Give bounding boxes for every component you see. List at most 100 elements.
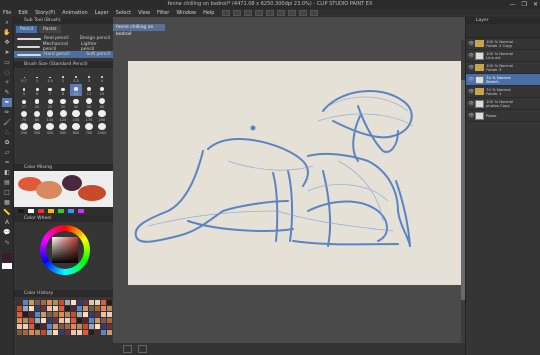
- eyedropper-icon[interactable]: ✎: [2, 88, 12, 97]
- history-swatch[interactable]: [95, 324, 100, 329]
- fit-view-icon[interactable]: [138, 345, 147, 353]
- history-swatch[interactable]: [95, 312, 100, 317]
- swatch[interactable]: [18, 209, 24, 213]
- history-swatch[interactable]: [17, 318, 22, 323]
- history-swatch[interactable]: [29, 324, 34, 329]
- color-mixing-area[interactable]: [14, 171, 113, 207]
- brush-size-option[interactable]: 1: [31, 71, 43, 83]
- invert-selection-icon[interactable]: [310, 10, 318, 16]
- history-swatch[interactable]: [71, 306, 76, 311]
- history-swatch[interactable]: [83, 312, 88, 317]
- history-swatch[interactable]: [35, 300, 40, 305]
- brush-size-option[interactable]: 600: [70, 123, 82, 135]
- minimize-button[interactable]: —: [510, 1, 516, 8]
- menu-layer[interactable]: Layer: [95, 10, 109, 16]
- history-swatch[interactable]: [83, 318, 88, 323]
- history-swatch[interactable]: [41, 318, 46, 323]
- history-swatch[interactable]: [41, 306, 46, 311]
- history-swatch[interactable]: [29, 330, 34, 335]
- history-swatch[interactable]: [47, 306, 52, 311]
- history-swatch[interactable]: [17, 300, 22, 305]
- history-swatch[interactable]: [107, 318, 112, 323]
- history-swatch[interactable]: [107, 324, 112, 329]
- visibility-eye-icon[interactable]: 👁: [468, 41, 474, 46]
- menu-window[interactable]: Window: [176, 10, 196, 16]
- frame-icon[interactable]: ▦: [2, 198, 12, 207]
- move-icon[interactable]: ✥: [2, 38, 12, 47]
- clear-icon[interactable]: [277, 10, 285, 16]
- new-icon[interactable]: [222, 10, 230, 16]
- deselect-icon[interactable]: [299, 10, 307, 16]
- history-swatch[interactable]: [95, 306, 100, 311]
- brush-size-option[interactable]: 200: [96, 110, 108, 122]
- arrow-icon[interactable]: ➤: [2, 48, 12, 57]
- layer-row[interactable]: 👁 100 % Normal Folder 3: [466, 62, 540, 74]
- pen-icon[interactable]: ✒: [2, 98, 12, 107]
- eraser-icon[interactable]: ▱: [2, 148, 12, 157]
- balloon-icon[interactable]: 💬: [2, 228, 12, 237]
- history-swatch[interactable]: [71, 324, 76, 329]
- history-swatch[interactable]: [35, 324, 40, 329]
- history-swatch[interactable]: [89, 330, 94, 335]
- visibility-eye-icon[interactable]: 👁: [468, 53, 474, 58]
- swatch[interactable]: [58, 209, 64, 213]
- history-swatch[interactable]: [107, 306, 112, 311]
- pencil-icon[interactable]: ✏: [2, 108, 12, 117]
- history-swatch[interactable]: [89, 312, 94, 317]
- brush-size-option[interactable]: 300: [31, 123, 43, 135]
- brush-mechanical-pencil[interactable]: Mechanical pencil Lighter pencil: [14, 42, 113, 52]
- swatch[interactable]: [48, 209, 54, 213]
- history-swatch[interactable]: [47, 318, 52, 323]
- document-tab[interactable]: fenne chilling on bedroll: [113, 24, 165, 37]
- layer-row[interactable]: 👁 100 % Normal Line art: [466, 50, 540, 62]
- history-swatch[interactable]: [65, 318, 70, 323]
- history-swatch[interactable]: [53, 300, 58, 305]
- history-swatch[interactable]: [23, 312, 28, 317]
- history-swatch[interactable]: [53, 330, 58, 335]
- close-button[interactable]: ✕: [533, 1, 538, 8]
- history-swatch[interactable]: [95, 300, 100, 305]
- brush-size-option[interactable]: 1.5: [44, 71, 56, 83]
- brush-size-option[interactable]: 1000: [96, 123, 108, 135]
- brush-size-option[interactable]: 150: [70, 110, 82, 122]
- history-swatch[interactable]: [47, 300, 52, 305]
- history-swatch[interactable]: [71, 330, 76, 335]
- swatch[interactable]: [28, 209, 34, 213]
- history-swatch[interactable]: [29, 306, 34, 311]
- brush-size-option[interactable]: 170: [83, 110, 95, 122]
- brush-size-option[interactable]: 6: [31, 84, 43, 96]
- history-swatch[interactable]: [65, 312, 70, 317]
- brush-size-option[interactable]: 250: [18, 123, 30, 135]
- history-swatch[interactable]: [65, 306, 70, 311]
- brush-size-option[interactable]: 30: [57, 97, 69, 109]
- swatch[interactable]: [38, 209, 44, 213]
- menu-animation[interactable]: Animation: [62, 10, 88, 16]
- swatch[interactable]: [78, 209, 84, 213]
- brush-size-option[interactable]: 60: [96, 97, 108, 109]
- history-swatch[interactable]: [23, 300, 28, 305]
- history-swatch[interactable]: [29, 312, 34, 317]
- selection-icon[interactable]: ▭: [2, 58, 12, 67]
- figure-icon[interactable]: □: [2, 188, 12, 197]
- history-swatch[interactable]: [89, 324, 94, 329]
- brush-size-option[interactable]: 4: [96, 71, 108, 83]
- brush-size-option[interactable]: 40: [70, 97, 82, 109]
- zoom-icon[interactable]: ⌕: [2, 18, 12, 27]
- history-swatch[interactable]: [59, 300, 64, 305]
- redo-icon[interactable]: [266, 10, 274, 16]
- maximize-button[interactable]: ❐: [522, 1, 527, 8]
- history-swatch[interactable]: [71, 318, 76, 323]
- history-swatch[interactable]: [47, 330, 52, 335]
- history-swatch[interactable]: [89, 306, 94, 311]
- gradient-icon[interactable]: ▤: [2, 178, 12, 187]
- history-swatch[interactable]: [83, 300, 88, 305]
- brush-size-option[interactable]: 80: [31, 110, 43, 122]
- history-swatch[interactable]: [47, 324, 52, 329]
- history-swatch[interactable]: [23, 306, 28, 311]
- history-swatch[interactable]: [53, 318, 58, 323]
- history-swatch[interactable]: [101, 312, 106, 317]
- history-swatch[interactable]: [53, 306, 58, 311]
- history-swatch[interactable]: [77, 306, 82, 311]
- brush-size-option[interactable]: 5: [18, 84, 30, 96]
- history-swatch[interactable]: [89, 318, 94, 323]
